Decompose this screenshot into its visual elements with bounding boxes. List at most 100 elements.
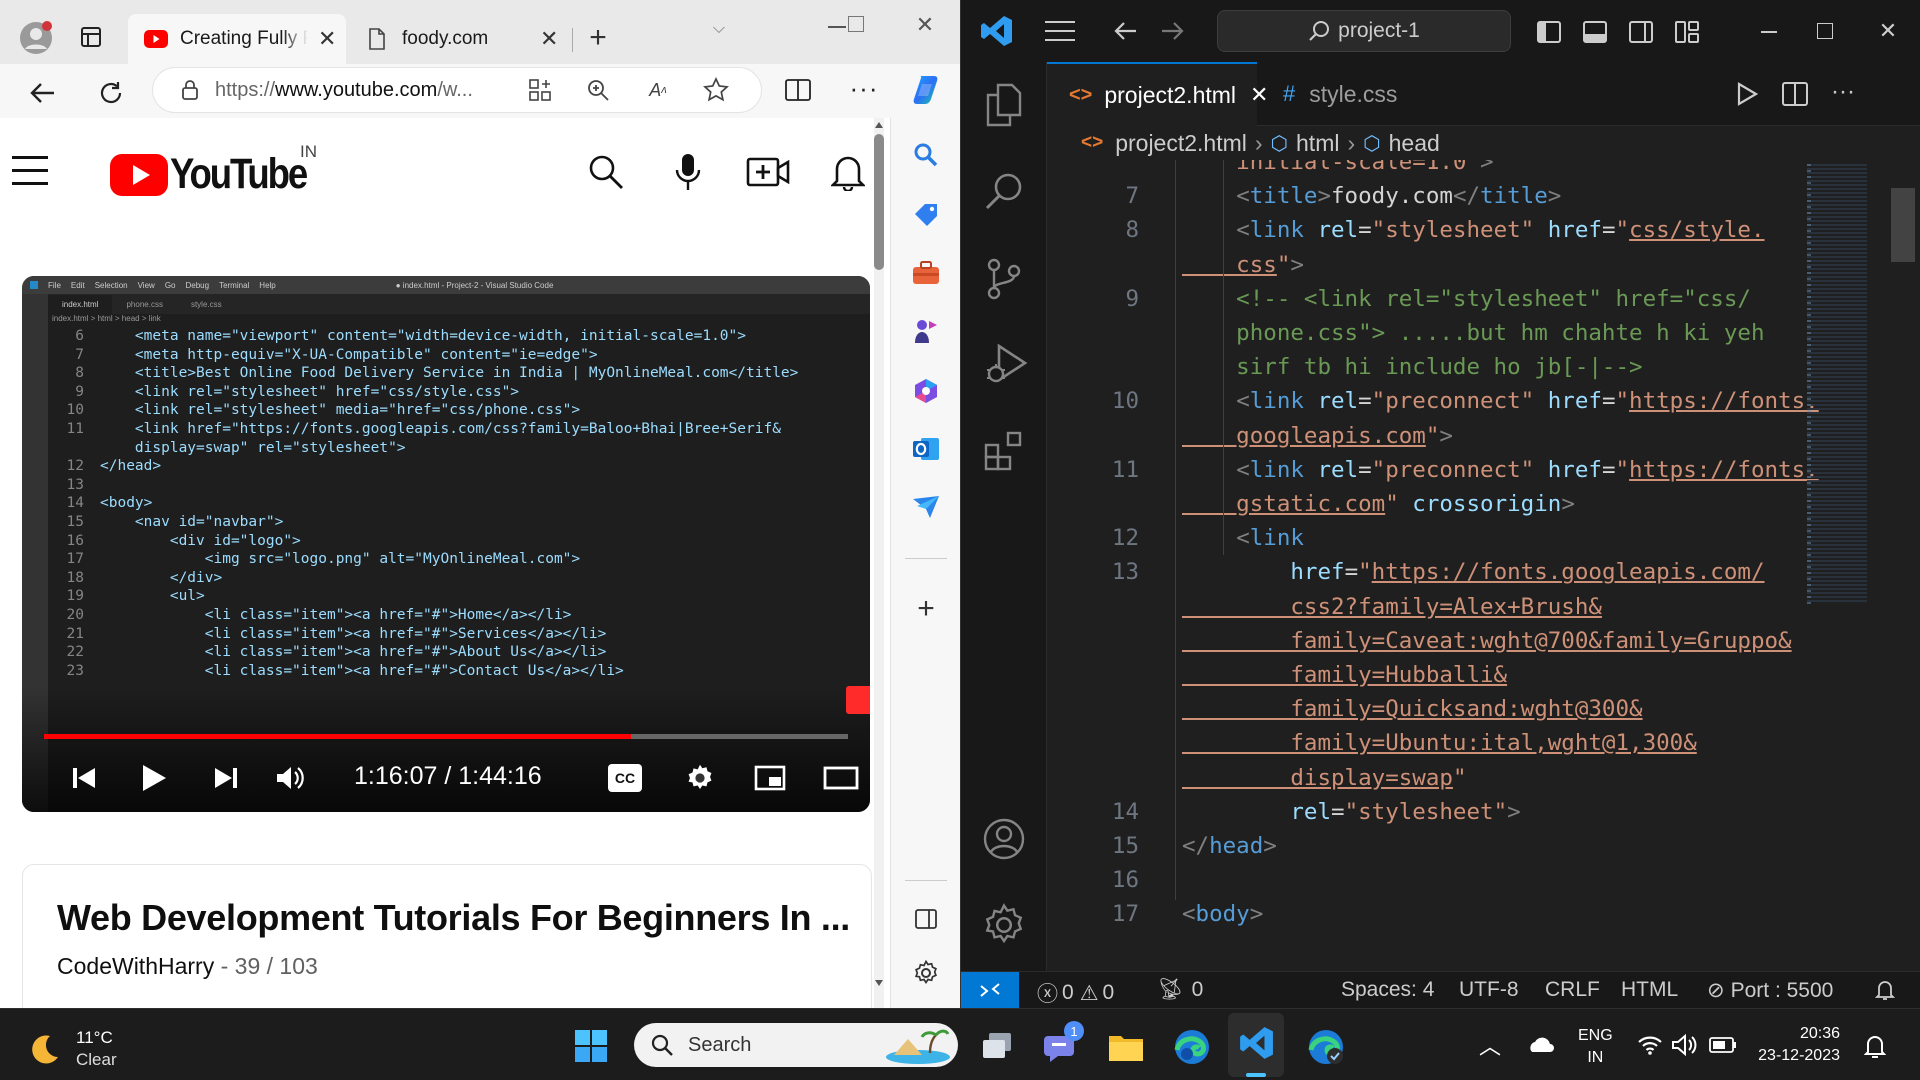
code-line[interactable]: 7 <title>foody.com</title>: [1047, 179, 1787, 213]
system-clock[interactable]: 20:36 23-12-2023: [1752, 1023, 1840, 1067]
microphone-icon[interactable]: [668, 152, 708, 192]
playlist-title[interactable]: Web Development Tutorials For Beginners …: [57, 897, 850, 939]
run-debug-icon[interactable]: [979, 338, 1033, 392]
teams-chat-icon[interactable]: 1: [1042, 1021, 1084, 1067]
next-icon[interactable]: [208, 760, 244, 796]
input-language[interactable]: ENG IN: [1578, 1025, 1613, 1069]
volume-icon[interactable]: [272, 760, 308, 796]
hide-sidebar-icon[interactable]: [909, 902, 943, 936]
tab-foody[interactable]: foody.com ✕: [352, 14, 570, 64]
tab-project2-html[interactable]: <> project2.html ✕: [1047, 62, 1268, 126]
encoding-status[interactable]: UTF-8: [1459, 978, 1519, 1002]
maximize-button[interactable]: [848, 16, 864, 32]
favorite-star-icon[interactable]: [701, 75, 731, 105]
code-line[interactable]: 13 href="https://fonts.googleapis.com/: [1047, 555, 1787, 589]
scroll-down-arrow-icon[interactable]: [875, 980, 883, 986]
shopping-tag-icon[interactable]: [909, 198, 943, 232]
vscode-taskbar-active[interactable]: [1228, 1013, 1284, 1077]
playlist-panel[interactable]: Web Development Tutorials For Beginners …: [22, 864, 872, 1008]
miniplayer-icon[interactable]: [752, 762, 788, 794]
task-view-icon[interactable]: [978, 1027, 1016, 1065]
previous-icon[interactable]: [66, 760, 102, 796]
live-server-status[interactable]: ⊘ Port : 5500: [1707, 978, 1833, 1003]
file-explorer-icon[interactable]: [1106, 1027, 1146, 1067]
tab-style-css[interactable]: # style.css: [1261, 62, 1451, 126]
code-line[interactable]: family=Quicksand:wght@300&: [1047, 692, 1787, 726]
maximize-button[interactable]: [1817, 23, 1833, 39]
scroll-up-arrow-icon[interactable]: [875, 122, 883, 128]
scrollbar-thumb[interactable]: [874, 134, 884, 270]
hamburger-menu-icon[interactable]: [12, 156, 48, 185]
taskbar-search-box[interactable]: Search: [634, 1023, 958, 1067]
settings-gear-icon[interactable]: [979, 900, 1029, 950]
back-arrow-icon[interactable]: [1111, 16, 1141, 46]
theater-mode-icon[interactable]: [822, 762, 860, 794]
code-line[interactable]: 9 <!-- <link rel="stylesheet" href="css/: [1047, 282, 1787, 316]
create-video-icon[interactable]: [746, 152, 790, 192]
code-line[interactable]: 16: [1047, 863, 1787, 897]
run-play-icon[interactable]: [1731, 78, 1763, 110]
captions-cc-icon[interactable]: CC: [608, 764, 642, 792]
code-line[interactable]: gstatic.com" crossorigin>: [1047, 487, 1787, 521]
code-line[interactable]: display=swap": [1047, 761, 1787, 795]
volume-icon[interactable]: [1670, 1031, 1698, 1059]
start-windows-icon[interactable]: [570, 1025, 612, 1067]
back-arrow-icon[interactable]: [26, 76, 60, 110]
weather-widget[interactable]: 11°C Clear: [28, 1027, 117, 1071]
battery-icon[interactable]: [1708, 1031, 1738, 1059]
drop-send-icon[interactable]: [909, 490, 943, 524]
code-line[interactable]: 12 <link: [1047, 521, 1787, 555]
editor-scrollbar-thumb[interactable]: [1891, 188, 1915, 262]
outlook-icon[interactable]: [909, 432, 943, 466]
minimize-button[interactable]: [1761, 31, 1777, 33]
edge-browser-icon[interactable]: [1170, 1025, 1214, 1069]
search-icon[interactable]: [586, 152, 626, 192]
breadcrumb-item[interactable]: html: [1296, 130, 1339, 157]
app-available-icon[interactable]: [525, 75, 555, 105]
copilot-icon[interactable]: [906, 70, 946, 110]
code-line[interactable]: css">: [1047, 248, 1787, 282]
forward-arrow-icon[interactable]: [1157, 16, 1187, 46]
search-icon[interactable]: [979, 166, 1029, 216]
code-line[interactable]: family=Caveat:wght@700&family=Gruppo&: [1047, 624, 1791, 658]
minimize-button[interactable]: [828, 26, 846, 28]
more-actions-icon[interactable]: ···: [1827, 76, 1859, 108]
close-window-button[interactable]: ✕: [1873, 16, 1903, 46]
notifications-bell-icon[interactable]: [828, 150, 868, 192]
code-line[interactable]: initial-scale=1.0">: [1047, 160, 1787, 179]
m365-icon[interactable]: [909, 374, 943, 408]
remote-indicator-icon[interactable]: [961, 972, 1019, 1008]
add-sidebar-app-icon[interactable]: +: [909, 592, 943, 626]
code-line[interactable]: 14 rel="stylesheet">: [1047, 795, 1787, 829]
page-scrollbar[interactable]: [874, 118, 884, 1008]
language-mode[interactable]: HTML: [1621, 978, 1678, 1002]
show-hidden-icons-chevron-up-icon[interactable]: ︿: [1476, 1031, 1504, 1059]
breadcrumb-item[interactable]: head: [1389, 130, 1440, 157]
code-line[interactable]: googleapis.com">: [1047, 419, 1787, 453]
close-window-button[interactable]: ✕: [910, 10, 940, 40]
code-line[interactable]: 8 <link rel="stylesheet" href="css/style…: [1047, 213, 1787, 247]
explorer-files-icon[interactable]: [979, 80, 1029, 130]
settings-gear-icon[interactable]: [682, 760, 718, 796]
onedrive-cloud-icon[interactable]: [1522, 1029, 1556, 1059]
code-editor[interactable]: initial-scale=1.0"> 7 <title>foody.com</t…: [1047, 160, 1920, 971]
code-line[interactable]: 10 <link rel="preconnect" href="https://…: [1047, 384, 1819, 418]
breadcrumb-item[interactable]: project2.html: [1115, 130, 1247, 157]
tools-briefcase-icon[interactable]: [909, 256, 943, 290]
settings-gear-icon[interactable]: [909, 956, 943, 990]
eol-status[interactable]: CRLF: [1545, 978, 1600, 1002]
tab-actions-icon[interactable]: [76, 22, 106, 52]
refresh-icon[interactable]: [94, 76, 128, 110]
code-line[interactable]: 11 <link rel="preconnect" href="https://…: [1047, 453, 1819, 487]
toggle-primary-sidebar-icon[interactable]: [1535, 18, 1563, 46]
toggle-secondary-sidebar-icon[interactable]: [1627, 18, 1655, 46]
youtube-logo[interactable]: YouTube: [110, 150, 330, 199]
command-center-search[interactable]: project-1: [1217, 10, 1511, 52]
extensions-icon[interactable]: [979, 426, 1029, 476]
code-line[interactable]: sirf tb hi include ho jb[-|-->: [1047, 350, 1787, 384]
close-tab-icon[interactable]: ✕: [540, 26, 558, 52]
tab-youtube[interactable]: Creating Fully R ✕: [128, 14, 346, 64]
search-icon[interactable]: [909, 138, 943, 172]
video-player[interactable]: File Edit Selection View Go Debug Termin…: [22, 276, 870, 812]
edge-dev-icon[interactable]: [1304, 1025, 1348, 1069]
